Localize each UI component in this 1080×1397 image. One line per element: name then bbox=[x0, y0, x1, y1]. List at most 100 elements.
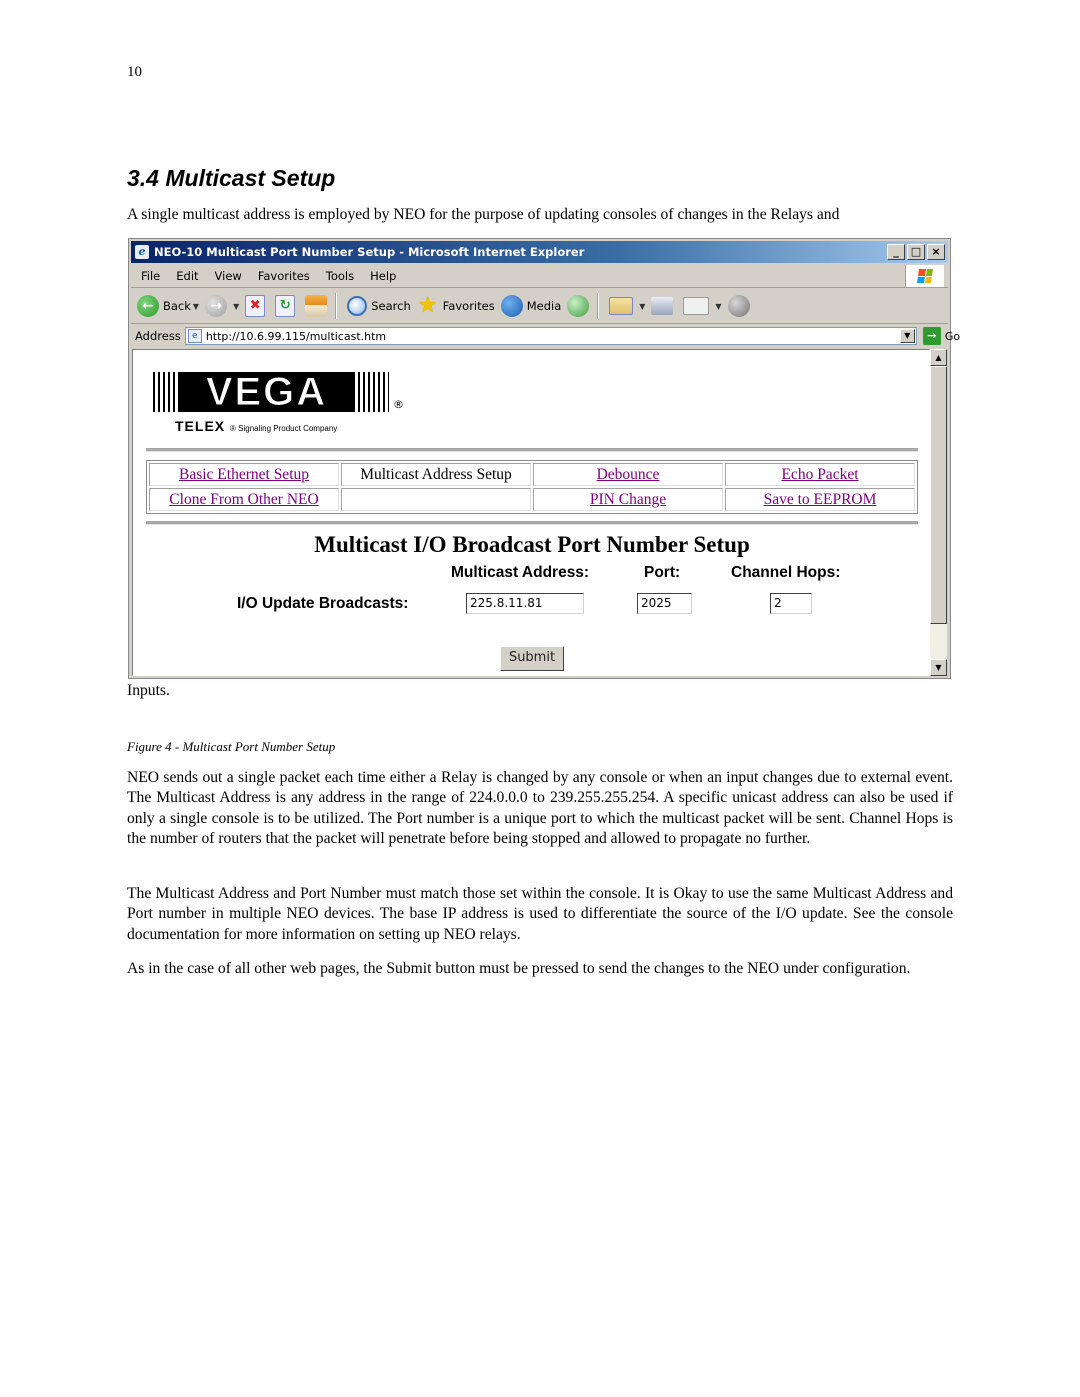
maximize-button[interactable]: □ bbox=[907, 244, 925, 260]
intro-continuation: Inputs. bbox=[127, 682, 170, 699]
history-icon bbox=[567, 295, 590, 317]
address-dropdown-icon[interactable]: ▼ bbox=[899, 329, 915, 343]
submit-button[interactable]: Submit bbox=[500, 646, 564, 671]
nav-cell: Basic Ethernet Setup bbox=[149, 463, 339, 486]
back-arrow-icon: ← bbox=[137, 295, 159, 317]
scroll-up-icon[interactable]: ▲ bbox=[930, 349, 947, 366]
nav-cell-empty bbox=[341, 488, 531, 511]
media-button[interactable]: Media bbox=[500, 295, 562, 317]
home-button[interactable] bbox=[305, 295, 331, 317]
address-label: Address bbox=[135, 329, 181, 343]
menu-help[interactable]: Help bbox=[370, 269, 396, 283]
search-button[interactable]: Search bbox=[347, 296, 411, 316]
row-label-io-update-broadcasts: I/O Update Broadcasts: bbox=[237, 595, 409, 612]
edit-button[interactable]: ▼ bbox=[683, 297, 722, 315]
ie-icon: e bbox=[135, 245, 149, 259]
nav-link-debounce[interactable]: Debounce bbox=[597, 466, 660, 483]
nav-cell: Debounce bbox=[533, 463, 723, 486]
minimize-button[interactable]: _ bbox=[887, 244, 905, 260]
nav-link-save-to-eeprom[interactable]: Save to EEPROM bbox=[764, 491, 877, 508]
browser-screenshot: e NEO-10 Multicast Port Number Setup - M… bbox=[128, 238, 960, 679]
title-bar: e NEO-10 Multicast Port Number Setup - M… bbox=[131, 241, 948, 263]
toolbar: ← Back ▼ → ▼ ✖ ↻ Search ★ Favorites Medi… bbox=[131, 289, 948, 324]
close-button[interactable]: × bbox=[927, 244, 945, 260]
section-heading: 3.4 Multicast Setup bbox=[127, 165, 336, 191]
nav-link-echo-packet[interactable]: Echo Packet bbox=[781, 466, 858, 483]
column-header-multicast-address: Multicast Address: bbox=[451, 564, 590, 581]
telex-logo: TELEX ® Signaling Product Company bbox=[175, 418, 337, 434]
nav-link-clone-from-other-neo[interactable]: Clone From Other NEO bbox=[169, 491, 318, 508]
forward-arrow-icon: → bbox=[205, 295, 228, 317]
scroll-down-icon[interactable]: ▼ bbox=[930, 659, 947, 676]
stop-button[interactable]: ✖ bbox=[245, 295, 269, 317]
registered-mark: ® bbox=[393, 398, 404, 411]
dropdown-arrow-icon[interactable]: ▼ bbox=[193, 302, 199, 311]
figure-caption: Figure 4 - Multicast Port Number Setup bbox=[127, 739, 336, 754]
nav-current-multicast-address-setup: Multicast Address Setup bbox=[360, 465, 512, 483]
menu-edit[interactable]: Edit bbox=[176, 269, 198, 283]
media-label: Media bbox=[526, 299, 562, 313]
telex-tagline: ® Signaling Product Company bbox=[230, 424, 338, 433]
mail-button[interactable]: ▼ bbox=[609, 297, 645, 315]
body-paragraph: As in the case of all other web pages, t… bbox=[127, 960, 911, 977]
stop-icon: ✖ bbox=[245, 295, 266, 317]
refresh-button[interactable]: ↻ bbox=[275, 295, 299, 317]
go-button[interactable]: → Go bbox=[922, 327, 961, 345]
address-input[interactable]: e http://10.6.99.115/multicast.htm ▼ bbox=[184, 327, 917, 345]
go-label: Go bbox=[944, 329, 961, 343]
column-header-port: Port: bbox=[644, 564, 681, 581]
nav-cell: Echo Packet bbox=[725, 463, 915, 486]
menu-file[interactable]: File bbox=[141, 269, 160, 283]
dropdown-arrow-icon[interactable]: ▼ bbox=[715, 302, 721, 311]
home-icon bbox=[305, 295, 328, 317]
nav-cell: Save to EEPROM bbox=[725, 488, 915, 511]
page-icon: e bbox=[187, 329, 202, 343]
multicast-address-input[interactable]: 225.8.11.81 bbox=[466, 593, 584, 614]
address-url: http://10.6.99.115/multicast.htm bbox=[205, 329, 387, 343]
channel-hops-input[interactable]: 2 bbox=[770, 593, 812, 614]
nav-row: Clone From Other NEO PIN Change Save to … bbox=[149, 488, 915, 511]
menu-view[interactable]: View bbox=[215, 269, 242, 283]
window-title: NEO-10 Multicast Port Number Setup - Mic… bbox=[154, 245, 585, 259]
telex-text: TELEX bbox=[175, 418, 226, 434]
page-number: 10 bbox=[127, 64, 142, 80]
form-title: Multicast I/O Broadcast Port Number Setu… bbox=[314, 532, 750, 557]
nav-cell: Clone From Other NEO bbox=[149, 488, 339, 511]
print-button[interactable] bbox=[651, 297, 677, 315]
discuss-button[interactable] bbox=[727, 295, 754, 317]
nav-row: Basic Ethernet Setup Multicast Address S… bbox=[149, 463, 915, 486]
back-label: Back bbox=[163, 299, 191, 313]
forward-button[interactable]: → ▼ bbox=[205, 295, 239, 317]
divider bbox=[146, 521, 918, 525]
dropdown-arrow-icon[interactable]: ▼ bbox=[233, 302, 239, 311]
address-bar: Address e http://10.6.99.115/multicast.h… bbox=[131, 325, 960, 347]
discuss-icon bbox=[727, 295, 750, 317]
divider bbox=[146, 448, 918, 452]
vertical-scrollbar[interactable]: ▲ ▼ bbox=[930, 349, 947, 676]
search-label: Search bbox=[371, 299, 411, 313]
nav-link-pin-change[interactable]: PIN Change bbox=[590, 491, 666, 508]
media-icon bbox=[500, 295, 523, 317]
page-viewport: VEGA ® TELEX ® Signaling Product Company… bbox=[132, 349, 930, 676]
dropdown-arrow-icon[interactable]: ▼ bbox=[639, 302, 645, 311]
port-input[interactable]: 2025 bbox=[637, 593, 692, 614]
menu-favorites[interactable]: Favorites bbox=[258, 269, 310, 283]
nav-link-basic-ethernet-setup[interactable]: Basic Ethernet Setup bbox=[179, 466, 309, 483]
favorites-button[interactable]: ★ Favorites bbox=[417, 295, 495, 317]
menu-bar: File Edit View Favorites Tools Help bbox=[131, 265, 948, 288]
nav-cell: PIN Change bbox=[533, 488, 723, 511]
history-button[interactable] bbox=[567, 295, 593, 317]
nav-table: Basic Ethernet Setup Multicast Address S… bbox=[146, 460, 918, 514]
edit-icon bbox=[683, 297, 710, 315]
refresh-icon: ↻ bbox=[275, 295, 296, 317]
scroll-thumb[interactable] bbox=[930, 366, 947, 624]
go-arrow-icon: → bbox=[922, 327, 941, 345]
body-paragraph: NEO sends out a single packet each time … bbox=[127, 769, 953, 848]
printer-icon bbox=[651, 297, 674, 315]
back-button[interactable]: ← Back ▼ bbox=[137, 295, 199, 317]
body-paragraph: The Multicast Address and Port Number mu… bbox=[127, 885, 953, 943]
menu-tools[interactable]: Tools bbox=[326, 269, 354, 283]
mail-icon bbox=[609, 297, 634, 315]
toolbar-separator bbox=[335, 293, 338, 319]
toolbar-separator bbox=[597, 293, 600, 319]
